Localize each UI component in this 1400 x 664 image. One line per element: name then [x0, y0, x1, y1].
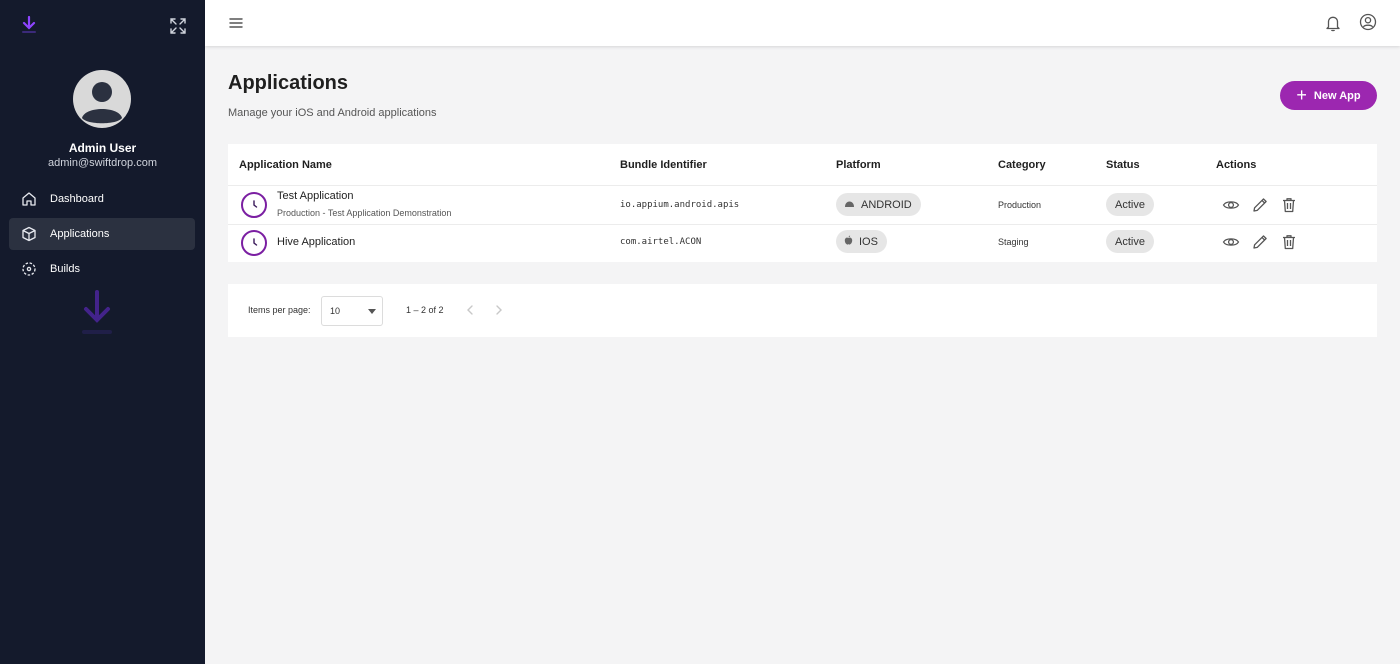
- edit-pencil-icon[interactable]: [1251, 196, 1269, 214]
- app-name: Hive Application: [277, 236, 356, 248]
- edit-pencil-icon[interactable]: [1251, 233, 1269, 251]
- column-header-bundle: Bundle Identifier: [620, 159, 707, 171]
- sidebar-item-label: Builds: [50, 263, 80, 275]
- android-icon: [844, 199, 855, 211]
- sidebar-item-builds[interactable]: Builds: [9, 253, 195, 285]
- category: Production: [998, 200, 1042, 210]
- sidebar-item-dashboard[interactable]: Dashboard: [9, 183, 195, 215]
- page-title: Applications: [228, 72, 349, 94]
- app-clock-icon: [241, 230, 267, 256]
- table-row[interactable]: Test Application Production - Test Appli…: [228, 186, 1377, 224]
- bundle-identifier: io.appium.android.apis: [620, 200, 740, 210]
- column-header-name: Application Name: [239, 159, 332, 171]
- pagination-range: 1 – 2 of 2: [406, 305, 444, 315]
- notification-bell-icon[interactable]: [1324, 14, 1342, 32]
- delete-trash-icon[interactable]: [1280, 233, 1298, 251]
- avatar: [73, 70, 131, 128]
- table-row[interactable]: Hive Application com.airtel.ACON IOS Sta…: [228, 225, 1377, 263]
- account-circle-icon[interactable]: [1359, 13, 1377, 31]
- builds-icon: [21, 261, 37, 277]
- next-page-icon[interactable]: [492, 302, 506, 318]
- plus-icon: +: [1296, 84, 1307, 105]
- swiftdrop-logo-icon: [20, 15, 38, 36]
- status-badge: Active: [1106, 193, 1154, 216]
- items-per-page-label: Items per page:: [248, 305, 311, 315]
- apple-icon: [844, 235, 853, 248]
- column-header-actions: Actions: [1216, 159, 1257, 171]
- view-eye-icon[interactable]: [1222, 233, 1240, 251]
- cube-icon: [21, 226, 37, 242]
- column-header-category: Category: [998, 159, 1046, 171]
- top-bar: [205, 0, 1400, 46]
- watermark-logo-icon: [78, 290, 116, 342]
- sidebar-nav: Dashboard Applications Builds: [9, 183, 195, 288]
- paginator: Items per page: 10 1 – 2 of 2: [228, 284, 1377, 337]
- fullscreen-icon[interactable]: [169, 17, 187, 35]
- app-clock-icon: [241, 192, 267, 218]
- dropdown-caret-icon: [368, 309, 376, 314]
- applications-table: Application Name Bundle Identifier Platf…: [228, 144, 1377, 262]
- user-name: Admin User: [68, 141, 137, 155]
- home-icon: [21, 191, 37, 207]
- new-app-label: New App: [1313, 89, 1361, 102]
- sidebar-item-applications[interactable]: Applications: [9, 218, 195, 250]
- platform-chip: IOS: [836, 230, 887, 253]
- bundle-identifier: com.airtel.ACON: [620, 237, 702, 247]
- previous-page-icon[interactable]: [463, 302, 477, 318]
- app-name: Test Application: [277, 190, 354, 202]
- sidebar-item-label: Applications: [50, 228, 110, 240]
- sidebar: Admin User admin@swiftdrop.com Dashboard…: [0, 0, 205, 664]
- items-per-page-select[interactable]: 10: [321, 296, 383, 326]
- column-header-status: Status: [1106, 159, 1140, 171]
- app-description: Production - Test Application Demonstrat…: [277, 208, 452, 218]
- category: Staging: [998, 237, 1029, 247]
- platform-chip: ANDROID: [836, 193, 921, 216]
- new-app-button[interactable]: + New App: [1280, 81, 1377, 110]
- user-email: admin@swiftdrop.com: [48, 157, 157, 169]
- items-per-page-value: 10: [330, 306, 341, 316]
- hamburger-menu-icon[interactable]: [228, 15, 244, 31]
- delete-trash-icon[interactable]: [1280, 196, 1298, 214]
- page-subtitle: Manage your iOS and Android applications: [228, 107, 437, 119]
- platform-label: IOS: [859, 235, 878, 248]
- status-label: Active: [1115, 235, 1145, 248]
- column-header-platform: Platform: [836, 159, 881, 171]
- sidebar-item-label: Dashboard: [50, 193, 104, 205]
- status-badge: Active: [1106, 230, 1154, 253]
- status-label: Active: [1115, 198, 1145, 211]
- view-eye-icon[interactable]: [1222, 196, 1240, 214]
- platform-label: ANDROID: [861, 198, 912, 211]
